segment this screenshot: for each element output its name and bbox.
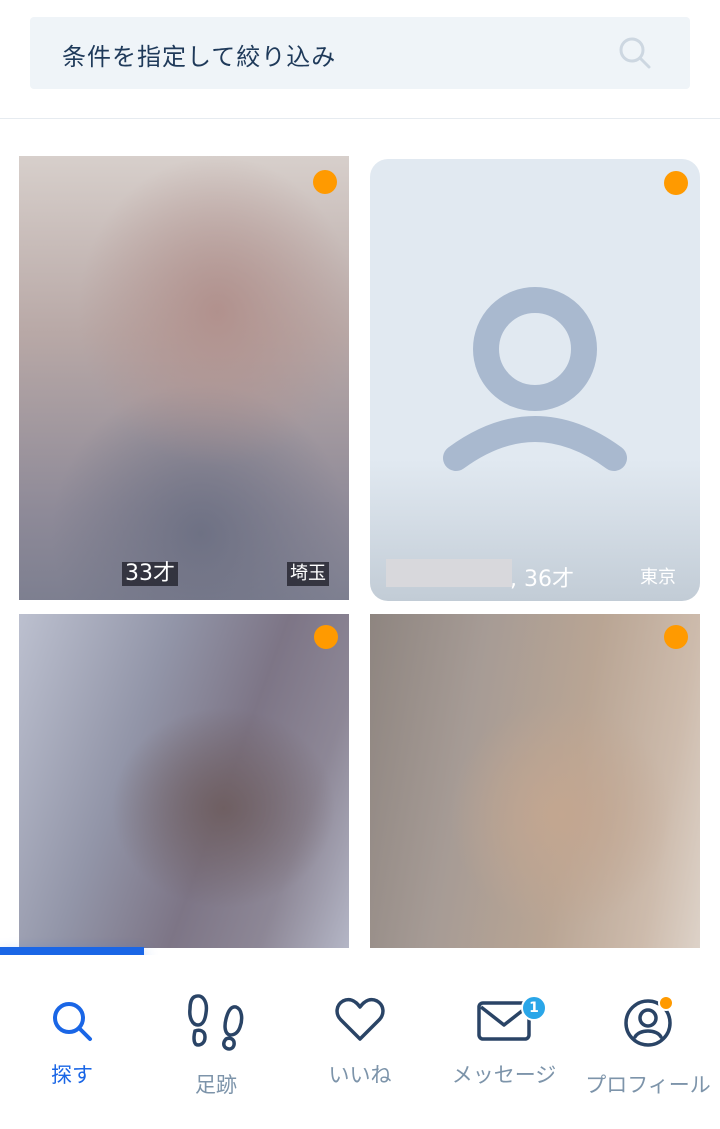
profile-age: , 36才 [510,567,574,592]
online-status-dot [664,171,688,195]
profile-photo [370,614,700,948]
footprints-icon [188,994,244,1051]
nav-item-profile[interactable]: プロフィール [576,955,720,1129]
nav-label: プロフィール [585,1073,711,1097]
profile-location: 埼玉 [287,562,329,586]
search-icon [53,1002,92,1041]
unread-count-badge: 1 [521,995,547,1021]
nav-label: 足跡 [195,1073,237,1097]
profile-card-2[interactable]: , 36才 東京 [370,159,700,601]
bottom-navigation: 探す 足跡 いいね 1 メッセージ プロフィール [0,955,720,1129]
nav-label: メッセージ [451,1063,557,1087]
profile-card-3[interactable] [19,614,349,948]
nav-item-messages[interactable]: 1 メッセージ [432,955,576,1129]
nav-label: いいね [328,1063,392,1087]
notification-dot [658,995,674,1011]
profile-card-4[interactable] [370,614,700,948]
online-status-dot [313,170,337,194]
active-tab-indicator [0,947,144,955]
nav-item-footprints[interactable]: 足跡 [144,955,288,1129]
profile-photo [19,614,349,948]
search-header: 条件を指定して絞り込み [0,0,720,119]
default-avatar-icon [443,287,627,471]
search-input[interactable]: 条件を指定して絞り込み [30,17,690,89]
search-placeholder: 条件を指定して絞り込み [62,43,337,71]
profile-name-hidden [386,559,512,587]
profile-age: 33才 [122,562,178,586]
search-icon[interactable] [618,36,652,70]
profile-location: 東京 [640,567,676,588]
online-status-dot [314,625,338,649]
heart-icon [335,997,385,1041]
online-status-dot [664,625,688,649]
profile-card-1[interactable]: 33才 埼玉 [19,156,349,600]
nav-item-likes[interactable]: いいね [288,955,432,1129]
profile-photo [19,156,349,600]
nav-item-search[interactable]: 探す [0,955,144,1129]
nav-label: 探す [51,1063,93,1087]
